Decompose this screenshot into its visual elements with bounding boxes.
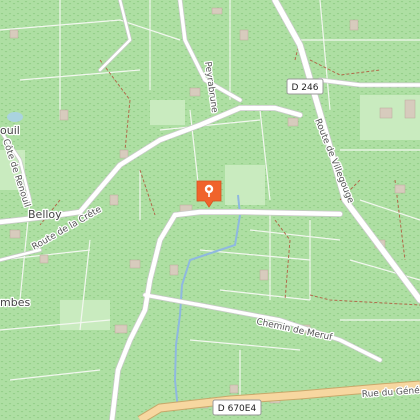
pond [7,112,23,122]
label-ouil: ouil [0,124,20,137]
svg-text:D 246: D 246 [292,83,319,93]
label-belloy: Belloy [28,208,62,221]
label-mbes: mbes [0,296,30,309]
map-canvas[interactable]: Peyrabrune Route de Villegouge Côte de R… [0,0,420,420]
shield-d246: D 246 [286,78,324,95]
shield-d670e4: D 670E4 [212,399,262,416]
svg-text:D 670E4: D 670E4 [218,404,257,414]
map-layer: Peyrabrune Route de Villegouge Côte de R… [0,0,420,420]
